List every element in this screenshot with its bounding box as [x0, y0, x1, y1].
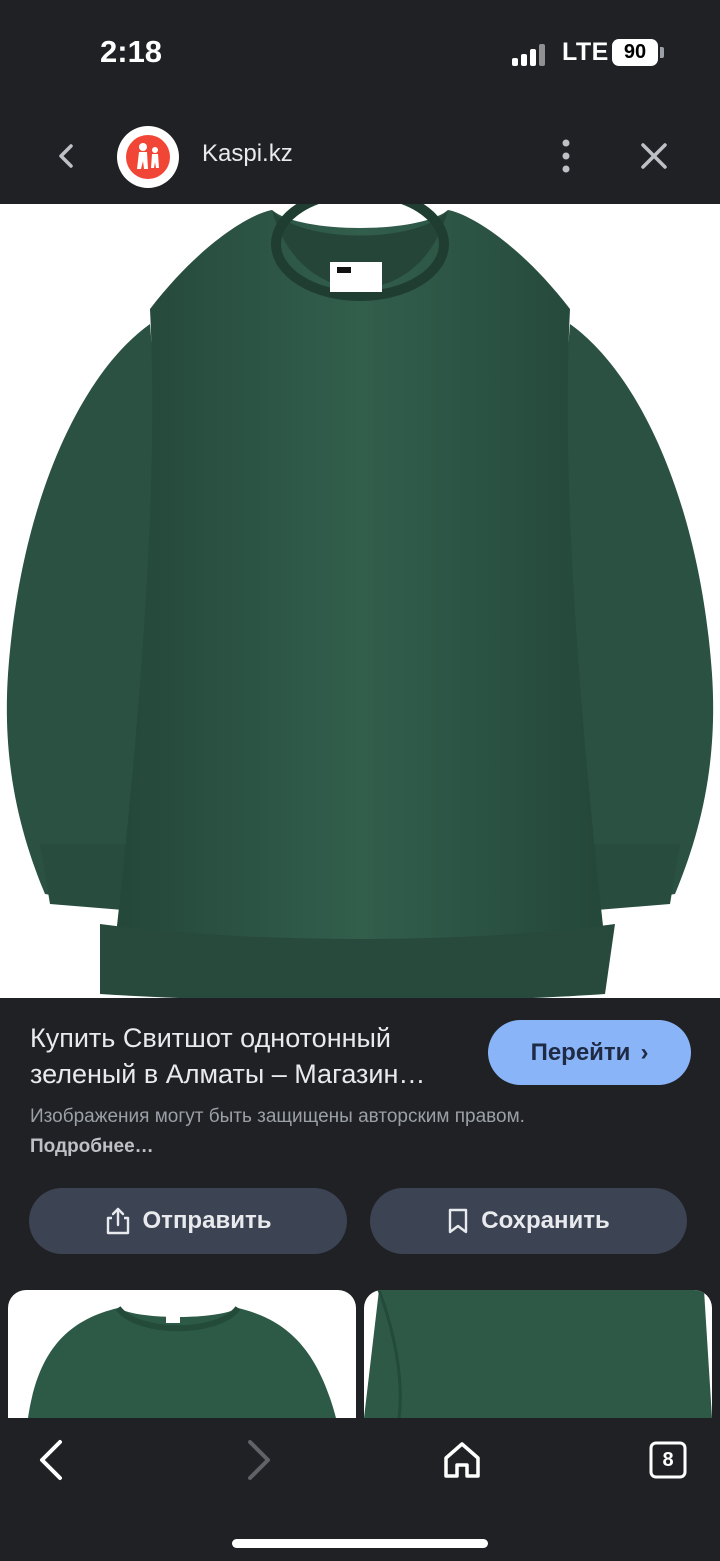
product-image[interactable]: [0, 204, 720, 998]
more-options-button[interactable]: [548, 134, 584, 178]
site-name[interactable]: Kaspi.kz: [202, 140, 293, 168]
copyright-text: Изображения могут быть защищены авторски…: [30, 1106, 525, 1127]
related-image-2[interactable]: [364, 1290, 712, 1418]
network-label: LTE: [562, 38, 609, 66]
chevron-left-icon: [59, 144, 73, 168]
header-bar: Kaspi.kz: [0, 108, 720, 204]
browser-back-button[interactable]: [30, 1438, 74, 1482]
share-label: Отправить: [142, 1207, 272, 1234]
related-sweatshirt-image: [28, 1305, 336, 1418]
more-vertical-icon: [562, 139, 570, 173]
status-time: 2:18: [100, 34, 163, 69]
tabs-button[interactable]: 8: [646, 1438, 690, 1482]
sweatshirt-image: [6, 204, 714, 998]
arrow-forward-icon: [248, 1440, 270, 1480]
home-indicator: [232, 1539, 488, 1548]
save-label: Сохранить: [481, 1207, 610, 1234]
tab-count: 8: [662, 1449, 674, 1471]
chevron-right-icon: ›: [640, 1039, 649, 1066]
arrow-back-icon: [40, 1440, 62, 1480]
result-title[interactable]: Купить Свитшот однотонный зеленый в Алма…: [30, 1020, 470, 1092]
bookmark-icon: [449, 1208, 468, 1234]
share-icon: [106, 1207, 129, 1235]
related-sweatshirt-closeup-image: [364, 1290, 712, 1418]
learn-more-link[interactable]: Подробнее…: [30, 1136, 154, 1157]
back-button[interactable]: [44, 134, 88, 178]
related-image-1[interactable]: [8, 1290, 356, 1418]
site-logo: [117, 126, 179, 188]
save-button[interactable]: Сохранить: [370, 1188, 687, 1254]
close-icon: [641, 143, 667, 169]
home-button[interactable]: [440, 1438, 484, 1482]
share-button[interactable]: Отправить: [29, 1188, 347, 1254]
kaspi-logo-icon: [137, 143, 159, 169]
visit-button-label: Перейти: [530, 1039, 631, 1066]
battery-tip: [660, 47, 664, 58]
battery-icon: 90: [612, 39, 658, 66]
close-button[interactable]: [632, 134, 676, 178]
signal-icon: [512, 42, 548, 66]
home-icon: [444, 1442, 480, 1478]
browser-forward-button[interactable]: [236, 1438, 280, 1482]
visit-button[interactable]: Перейти ›: [488, 1020, 691, 1085]
copyright-notice: Изображения могут быть защищены авторски…: [30, 1102, 550, 1162]
status-bar: 2:18 LTE 90: [0, 0, 720, 108]
